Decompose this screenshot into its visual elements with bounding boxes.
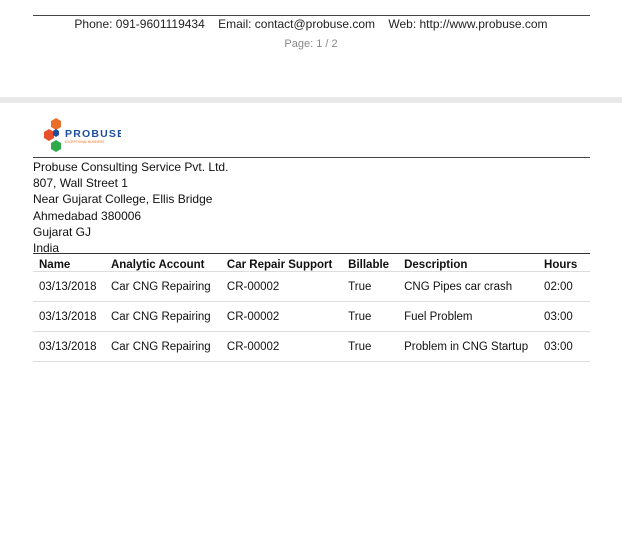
table-row: 03/13/2018 Car CNG Repairing CR-00002 Tr… (33, 301, 590, 332)
cell-car-repair-support: CR-00002 (220, 271, 343, 302)
column-header-name: Name (33, 253, 105, 272)
cell-description: Fuel Problem (398, 301, 539, 332)
column-header-hours: Hours (538, 253, 590, 272)
cell-billable: True (342, 271, 399, 302)
footer-contact: Phone: 091-9601119434 Email: contact@pro… (0, 17, 622, 31)
cell-description: CNG Pipes car crash (398, 271, 539, 302)
cell-billable: True (342, 331, 399, 362)
cell-hours: 03:00 (538, 301, 590, 332)
logo-tagline: EXCEPTIONAL BUSINESS (65, 140, 104, 144)
column-header-analytic-account: Analytic Account (104, 253, 221, 272)
cell-car-repair-support: CR-00002 (220, 331, 343, 362)
table-row: 03/13/2018 Car CNG Repairing CR-00002 Tr… (33, 331, 590, 362)
cell-billable: True (342, 301, 399, 332)
table-header-row: Name Analytic Account Car Repair Support… (33, 253, 590, 272)
report-page: Phone: 091-9601119434 Email: contact@pro… (0, 0, 622, 538)
address-line: 807, Wall Street 1 (33, 176, 128, 191)
column-header-billable: Billable (342, 253, 399, 272)
cell-name: 03/13/2018 (33, 331, 105, 362)
footer-phone: Phone: 091-9601119434 (74, 17, 205, 31)
page-number: Page: 1 / 2 (284, 38, 338, 50)
cell-analytic-account: Car CNG Repairing (104, 331, 221, 362)
footer-email: Email: contact@probuse.com (218, 17, 376, 31)
header-divider (33, 157, 590, 158)
address-line: Near Gujarat College, Ellis Bridge (33, 192, 213, 207)
footer-divider (33, 15, 590, 16)
cell-name: 03/13/2018 (33, 271, 105, 302)
address-line: Gujarat GJ (33, 224, 92, 239)
footer-web: Web: http://www.probuse.com (388, 17, 548, 31)
address-line: Probuse Consulting Service Pvt. Ltd. (33, 160, 229, 174)
column-header-description: Description (398, 253, 539, 272)
company-address: Probuse Consulting Service Pvt. Ltd. 807… (33, 159, 228, 256)
logo-wordmark: PROBUSE (65, 128, 121, 140)
cell-description: Problem in CNG Startup (398, 331, 539, 362)
cell-analytic-account: Car CNG Repairing (104, 301, 221, 332)
column-header-car-repair-support: Car Repair Support (220, 253, 343, 272)
timesheet-table: Name Analytic Account Car Repair Support… (33, 253, 590, 362)
cell-name: 03/13/2018 (33, 301, 105, 332)
cell-analytic-account: Car CNG Repairing (104, 271, 221, 302)
company-logo: PROBUSE EXCEPTIONAL BUSINESS (44, 118, 121, 152)
cell-hours: 03:00 (538, 331, 590, 362)
table-row: 03/13/2018 Car CNG Repairing CR-00002 Tr… (33, 271, 590, 302)
address-line: Ahmedabad 380006 (33, 208, 142, 223)
cell-car-repair-support: CR-00002 (220, 301, 343, 332)
cell-hours: 02:00 (538, 271, 590, 302)
page-separator (0, 97, 622, 103)
